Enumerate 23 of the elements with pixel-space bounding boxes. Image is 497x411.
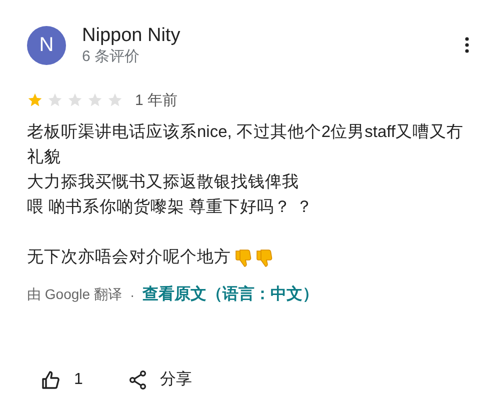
thumbs-down-icon bbox=[235, 248, 252, 266]
avatar: N bbox=[27, 26, 66, 64]
star-icon bbox=[27, 92, 43, 108]
review-count: 6 条评价 bbox=[82, 48, 141, 66]
more-icon bbox=[465, 37, 469, 53]
share-icon bbox=[128, 370, 147, 390]
review-text: 大力掭我买慨书又掭返散银找钱俾我 bbox=[27, 172, 299, 193]
review-time: 1 年前 bbox=[135, 90, 178, 110]
star-icon bbox=[87, 92, 103, 108]
share-button[interactable]: 分享 bbox=[128, 369, 192, 390]
star-icon bbox=[107, 92, 123, 108]
view-original-link[interactable]: 查看原文（语言：中文） bbox=[142, 284, 319, 305]
like-button[interactable]: 1 bbox=[41, 369, 83, 390]
separator-dot: · bbox=[130, 286, 135, 302]
translation-note: 由 Google 翻译 bbox=[27, 286, 122, 304]
thumbs-up-icon bbox=[41, 370, 61, 390]
star-icon bbox=[67, 92, 83, 108]
star-icon bbox=[47, 92, 63, 108]
reviewer-name: Nippon Nity bbox=[82, 24, 182, 48]
review-text: 老板听渠讲电话应该系nice, 不过其他个2位男staff又嘈又冇礼貌 bbox=[27, 122, 464, 168]
review-text: 无下次亦唔会对介呢个地方 bbox=[27, 247, 231, 268]
review-text: 喂 啲书系你啲货嚟架 尊重下好吗？ ？ bbox=[27, 197, 313, 218]
thumbs-down-icon bbox=[256, 248, 273, 266]
